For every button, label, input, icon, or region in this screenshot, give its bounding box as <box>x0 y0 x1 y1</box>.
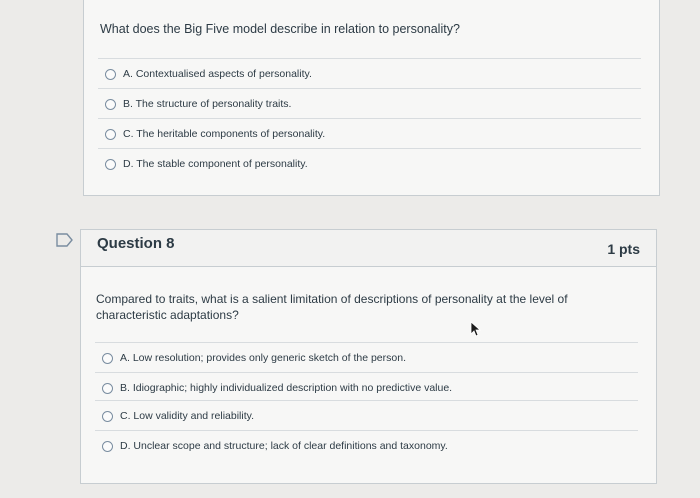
question-8-header: Question 8 1 pts <box>81 230 656 267</box>
flag-question-icon[interactable] <box>56 233 74 247</box>
answer-label: A. Contextualised aspects of personality… <box>123 68 312 80</box>
radio-button[interactable] <box>102 352 113 364</box>
answer-label: B. Idiographic; highly individualized de… <box>120 382 453 394</box>
q7-answer-c[interactable]: C. The heritable components of personali… <box>98 118 641 149</box>
radio-button[interactable] <box>102 440 113 452</box>
q8-answer-b[interactable]: B. Idiographic; highly individualized de… <box>95 372 638 403</box>
q7-answer-a[interactable]: A. Contextualised aspects of personality… <box>98 58 641 89</box>
radio-button[interactable] <box>105 158 116 170</box>
q8-answer-a[interactable]: A. Low resolution; provides only generic… <box>95 342 638 373</box>
answer-label: C. Low validity and reliability. <box>120 410 255 422</box>
question-7-card: What does the Big Five model describe in… <box>83 0 660 196</box>
answer-label: B. The structure of personality traits. <box>123 98 292 110</box>
question-points: 1 pts <box>607 241 640 257</box>
radio-button[interactable] <box>102 410 113 422</box>
question-8-text: Compared to traits, what is a salient li… <box>96 292 568 322</box>
answer-label: D. The stable component of personality. <box>123 158 308 170</box>
radio-button[interactable] <box>105 68 116 80</box>
mouse-pointer-icon <box>470 321 482 337</box>
answer-label: A. Low resolution; provides only generic… <box>120 352 406 364</box>
radio-button[interactable] <box>105 98 116 110</box>
answer-label: D. Unclear scope and structure; lack of … <box>120 440 448 452</box>
radio-button[interactable] <box>105 128 116 140</box>
q7-answer-d[interactable]: D. The stable component of personality. <box>98 148 641 179</box>
q8-answer-d[interactable]: D. Unclear scope and structure; lack of … <box>95 430 638 461</box>
question-7-text: What does the Big Five model describe in… <box>100 22 460 36</box>
q8-answer-c[interactable]: C. Low validity and reliability. <box>95 400 638 431</box>
question-title: Question 8 <box>97 235 175 252</box>
answer-label: C. The heritable components of personali… <box>123 128 326 140</box>
radio-button[interactable] <box>102 382 113 394</box>
question-8-card: Question 8 1 pts Compared to traits, wha… <box>80 229 657 484</box>
q7-answer-b[interactable]: B. The structure of personality traits. <box>98 88 641 119</box>
